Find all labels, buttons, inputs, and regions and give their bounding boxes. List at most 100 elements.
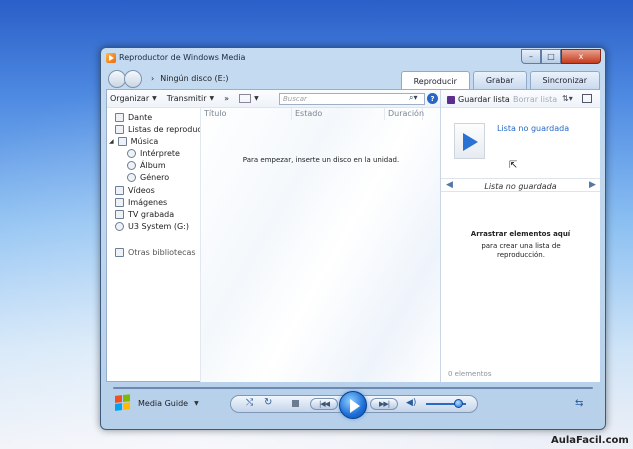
navigation-bar: › Ningún disco (E:) Reproducir Grabar Si… [106, 69, 600, 90]
artist-icon [127, 149, 136, 158]
video-icon [115, 186, 124, 195]
repeat-icon[interactable]: ↻ [264, 397, 272, 408]
sidebar-item-label: Imágenes [128, 198, 168, 207]
title-bar[interactable]: Reproductor de Windows Media – □ x [101, 48, 605, 68]
sidebar-item-label: Música [130, 137, 159, 146]
tab-burn[interactable]: Grabar [472, 71, 527, 89]
list-options-icon[interactable]: ⇅▾ [562, 94, 573, 103]
sidebar-item-label: Dante [128, 113, 153, 122]
sidebar-item-label: Intérprete [140, 149, 180, 158]
minimize-button[interactable]: – [521, 49, 541, 64]
chevron-down-icon: ▼ [254, 95, 259, 102]
organize-menu[interactable]: Organizar ▼ [110, 94, 157, 103]
stream-label: Transmitir [166, 94, 207, 103]
library-content: Título Estado Duración Para empezar, ins… [200, 108, 440, 382]
nav-arrows [108, 70, 146, 88]
tab-sync[interactable]: Sincronizar [529, 71, 600, 89]
breadcrumb-separator-icon: › [151, 74, 155, 83]
save-list-label: Guardar lista [458, 95, 510, 104]
clear-list-button[interactable]: Borrar lista [513, 95, 557, 104]
switch-to-now-playing-icon[interactable]: ⇆ [575, 398, 583, 409]
sidebar-item-music[interactable]: ◢ Música [109, 137, 158, 146]
other-libraries-icon [115, 248, 124, 257]
chevron-down-icon: ▼ [152, 95, 157, 102]
seek-bar[interactable] [113, 387, 593, 389]
playlist-icon [115, 125, 124, 134]
column-header-title[interactable]: Título [201, 108, 292, 120]
sidebar-item-videos[interactable]: Vídeos [115, 186, 155, 195]
drag-items-title: Arrastrar elementos aquí [470, 230, 571, 238]
expand-arrow-icon[interactable]: ◢ [109, 138, 114, 145]
tab-play[interactable]: Reproducir [400, 71, 470, 90]
sidebar-item-label: Género [140, 173, 170, 182]
forward-button[interactable] [124, 70, 142, 88]
organize-label: Organizar [110, 94, 150, 103]
library-sidebar: Dante Listas de reproducci ◢ Música Inté… [107, 108, 208, 382]
sidebar-item-playlists[interactable]: Listas de reproducci [115, 125, 208, 134]
genre-icon [127, 173, 136, 182]
save-disk-icon [447, 95, 455, 104]
picture-icon [115, 198, 124, 207]
media-player-app-icon [106, 53, 116, 63]
stop-icon[interactable] [292, 400, 299, 407]
player-controls: ⤭ ↻ |◀◀ ▶▶| ◀) ⇆ [106, 384, 600, 426]
sidebar-item-pictures[interactable]: Imágenes [115, 198, 167, 207]
shuffle-icon[interactable]: ⤭ [246, 398, 253, 408]
tv-icon [115, 210, 124, 219]
media-player-window: Reproductor de Windows Media – □ x › Nin… [100, 47, 606, 430]
breadcrumb: › Ningún disco (E:) [151, 74, 229, 83]
search-input[interactable]: Buscar [279, 93, 425, 105]
music-note-icon [117, 137, 127, 146]
previous-button[interactable]: |◀◀ [310, 398, 338, 410]
unsaved-list-link[interactable]: Lista no guardada [497, 124, 569, 133]
search-icon[interactable]: ⌕▾ [409, 93, 418, 103]
sidebar-item-artist[interactable]: Intérprete [127, 149, 180, 158]
mouse-cursor-icon: ⇱ [509, 160, 518, 171]
more-options-button[interactable]: » [224, 94, 229, 103]
items-count: 0 elementos [448, 370, 492, 378]
drive-icon [115, 222, 124, 231]
sidebar-item-label: Listas de reproducci [128, 125, 209, 134]
user-icon [115, 113, 124, 122]
list-view-options-icon[interactable] [582, 94, 592, 103]
caption-buttons: – □ x [521, 49, 601, 64]
playlist-play-icon [454, 123, 485, 159]
help-icon[interactable]: ? [427, 93, 438, 104]
save-list-button[interactable]: Guardar lista [447, 95, 510, 104]
list-pane-toolbar: Guardar lista Borrar lista ⇅▾ [441, 90, 600, 108]
list-header: ◀ Lista no guardada ▶ [441, 178, 600, 192]
sidebar-item-dante[interactable]: Dante [115, 113, 152, 122]
tab-strip: Reproducir Grabar Sincronizar [398, 71, 600, 90]
list-pane: Guardar lista Borrar lista ⇅▾ Lista no g… [440, 90, 600, 382]
breadcrumb-location[interactable]: Ningún disco (E:) [160, 74, 228, 83]
list-title: Lista no guardada [484, 182, 557, 191]
maximize-button[interactable]: □ [541, 49, 561, 64]
column-header-duration[interactable]: Duración [385, 108, 424, 120]
chevron-down-icon: ▼ [209, 95, 215, 102]
stream-menu[interactable]: Transmitir ▼ [167, 94, 214, 103]
close-button[interactable]: x [561, 49, 601, 64]
client-area: Organizar ▼ Transmitir ▼ » ▼ Buscar ⌕▾ ?… [106, 89, 600, 411]
sidebar-item-u3-system[interactable]: U3 System (G:) [115, 222, 189, 231]
album-icon [127, 161, 136, 170]
play-button[interactable] [339, 391, 367, 419]
view-options-icon [239, 94, 252, 103]
window-title: Reproductor de Windows Media [119, 53, 246, 62]
arrow-right-icon[interactable]: ▶ [589, 180, 596, 190]
column-header-status[interactable]: Estado [292, 108, 385, 120]
drag-items-subtitle: para crear una lista de reproducción. [481, 242, 561, 259]
next-button[interactable]: ▶▶| [370, 398, 398, 410]
sidebar-item-other-libraries[interactable]: Otras bibliotecas [115, 248, 196, 257]
sidebar-item-label: U3 System (G:) [128, 222, 189, 231]
volume-icon[interactable]: ◀) [406, 398, 416, 408]
sidebar-item-recorded-tv[interactable]: TV grabada [115, 210, 174, 219]
sidebar-item-label: Otras bibliotecas [128, 248, 196, 257]
sidebar-item-genre[interactable]: Género [127, 173, 169, 182]
sidebar-item-album[interactable]: Álbum [127, 161, 166, 170]
watermark: AulaFacil.com [551, 435, 629, 446]
view-options-menu[interactable]: ▼ [239, 94, 259, 103]
sidebar-item-label: TV grabada [128, 210, 175, 219]
sidebar-item-label: Álbum [140, 161, 166, 170]
empty-library-message: Para empezar, inserte un disco en la uni… [242, 156, 400, 164]
sidebar-item-label: Vídeos [128, 186, 155, 195]
